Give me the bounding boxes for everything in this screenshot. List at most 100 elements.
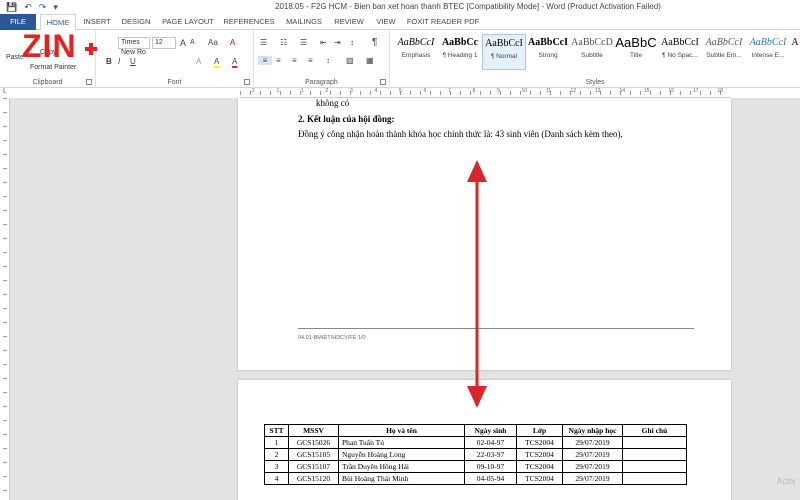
style-title[interactable]: AaBbC Title [614,34,658,70]
cell-class: TCS2004 [516,436,563,449]
style-intense-emphasis[interactable]: AaBbCcI Intense E... [746,34,790,70]
underline-button[interactable]: U [130,57,136,66]
redo-icon[interactable]: ↷ [39,2,47,13]
increase-indent-icon[interactable]: ⇥ [334,38,341,47]
style-preview: AaBbCcD [571,37,613,48]
paragraph-launcher-icon[interactable] [380,79,386,85]
style-name: Subtitle [581,52,603,59]
tab-mailings[interactable]: MAILINGS [282,14,326,30]
style-preview: AaBbCc [441,37,479,48]
window-title: 2018.05 - F2G HCM - Bien ban xet hoan th… [275,2,661,11]
style-more[interactable]: A [790,34,800,70]
cell-note [622,436,687,449]
ruler-ticks [240,91,730,95]
ruler-number: 3 [350,88,353,94]
italic-button[interactable]: I [118,57,120,66]
style-strong[interactable]: AaBbCcI Strong [526,34,570,70]
ruler-number: 8 [472,88,476,94]
clear-formatting-icon[interactable]: A [230,38,235,47]
grow-font-icon[interactable]: A [180,38,186,48]
shading-icon[interactable]: ▨ [346,56,354,65]
table-body: 1 GCS15026 Phan Tuấn Tú 02-04-97 TCS2004 29/0… [264,436,687,485]
style-preview: AaBbCcI [705,37,743,48]
multilevel-list-icon[interactable]: ☰ [300,38,307,47]
tab-page-layout[interactable]: PAGE LAYOUT [160,14,216,30]
highlight-icon[interactable]: A [214,57,220,68]
header-enroll-date: Ngày nhập học [562,424,623,437]
tab-design[interactable]: DESIGN [118,14,154,30]
font-launcher-icon[interactable] [244,79,250,85]
clipboard-launcher-icon[interactable] [86,79,92,85]
format-painter-button[interactable]: Format Painter [30,64,76,71]
cell-name: Nguyễn Hoàng Long [338,448,465,461]
vertical-ruler[interactable] [0,98,10,500]
decrease-indent-icon[interactable]: ⇤ [320,38,327,47]
cell-stt: 2 [264,448,289,461]
ruler-number: 1 [301,88,304,94]
style-preview: AaBbCcI [527,37,568,48]
line-spacing-icon[interactable]: ↕ [326,56,330,65]
ruler-number: 4 [374,88,378,94]
ruler-number: 15 [644,88,650,94]
arrow-head-bottom [467,386,487,408]
table-row: 4 GCS15120 Bùi Hoàng Thái Minh 04-05-94 TCS2… [264,472,687,485]
cell-mssv: GCS15105 [288,448,339,461]
style-emphasis[interactable]: AaBbCcI Emphasis [394,34,438,70]
style-preview: AaBbCcI [661,37,699,48]
justify-icon[interactable]: ≡ [308,56,313,65]
ribbon-tabs: FILE HOME INSERT DESIGN PAGE LAYOUT REFE… [0,14,800,30]
style-name: Strong [538,52,558,59]
activation-watermark: Activ [776,476,796,486]
style-no-spacing[interactable]: AaBbCcI ¶ No Spac... [658,34,702,70]
ruler-number: 17 [693,88,699,94]
title-bar: 💾 ↶ ↷ ▾ 2018.05 - F2G HCM - Bien ban xet… [0,0,800,14]
font-size-box[interactable]: 12 [152,37,176,49]
tab-review[interactable]: REVIEW [330,14,368,30]
font-color-icon[interactable]: A [232,57,238,68]
align-left-icon[interactable]: ≡ [258,56,272,65]
style-subtitle[interactable]: AaBbCcD Subtitle [570,34,614,70]
paragraph-group: ☰ ☷ ☰ ⇤ ⇥ ↕ ¶ ≡ ≡ ≡ ≡ ↕ ▨ ▦ Paragraph [254,30,390,88]
tab-insert[interactable]: INSERT [80,14,114,30]
ruler-number: 12 [570,88,577,94]
table-row: 1 GCS15026 Phan Tuấn Tú 02-04-97 TCS2004 29/0… [264,436,687,449]
change-case-icon[interactable]: Aa [208,38,218,47]
text-effects-icon[interactable]: A [196,57,201,66]
table-header-row: STT MSSV Họ và tên Ngày sinh Lớp Ngày nh… [264,424,687,437]
font-name-box[interactable]: Times New Ro [118,37,150,56]
bullets-icon[interactable]: ☰ [260,38,267,47]
header-class: Lớp [516,424,563,437]
header-name: Họ và tên [338,424,465,437]
numbering-icon[interactable]: ☷ [280,38,287,47]
undo-icon[interactable]: ↶ [24,2,32,13]
styles-group: AaBbCcI Emphasis AaBbCc ¶ Heading 1 AaBb… [390,30,800,88]
borders-icon[interactable]: ▦ [366,56,374,65]
tab-references[interactable]: REFERENCES [222,14,276,30]
sort-icon[interactable]: ↕ [350,38,354,47]
cell-dob: 04-05-94 [464,472,517,485]
style-normal[interactable]: AaBbCcI ¶ Normal [482,34,526,70]
shrink-font-icon[interactable]: A [190,39,195,46]
cell-class: TCS2004 [516,472,563,485]
footer-divider [298,328,694,329]
zin-logo: ZIN [22,30,97,62]
document-workspace[interactable]: không có 2. Kết luận của hội đồng: Đồng … [10,98,800,500]
tab-selector-icon[interactable]: L [0,88,10,98]
show-hide-icon[interactable]: ¶ [372,37,377,48]
style-subtle-emphasis[interactable]: AaBbCcI Subtle Em... [702,34,746,70]
customize-qat-icon[interactable]: ▾ [53,2,58,13]
cell-enroll-date: 29/07/2019 [562,460,623,473]
cell-stt: 3 [264,460,289,473]
save-icon[interactable]: 💾 [6,2,17,13]
style-name: ¶ No Spac... [662,52,698,59]
bold-button[interactable]: B [106,57,112,66]
align-right-icon[interactable]: ≡ [292,56,297,65]
header-mssv: MSSV [288,424,339,437]
style-preview: AaBbCcI [485,38,523,49]
style-heading-1[interactable]: AaBbCc ¶ Heading 1 [438,34,482,70]
align-center-icon[interactable]: ≡ [276,56,281,65]
student-table: STT MSSV Họ và tên Ngày sinh Lớp Ngày nh… [264,424,687,485]
horizontal-ruler[interactable]: 2 1 1 2 3 4 5 6 7 8 9 10 11 12 13 14 15 16 17 18 [240,88,730,98]
tab-view[interactable]: VIEW [372,14,400,30]
tab-foxit-reader-pdf[interactable]: FOXIT READER PDF [406,14,480,30]
